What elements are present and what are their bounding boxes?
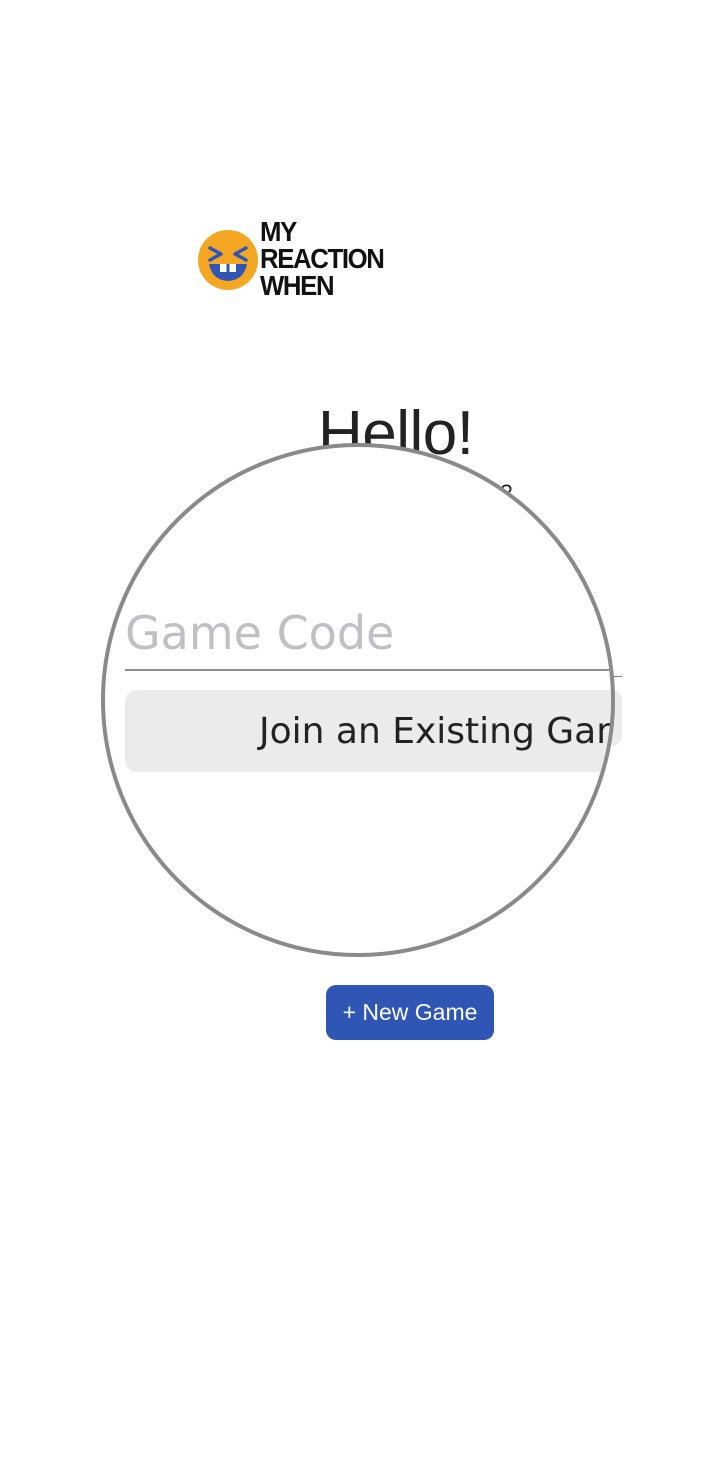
logo-line-2: REACTION bbox=[260, 243, 385, 274]
game-code-input[interactable] bbox=[125, 597, 611, 671]
new-game-button[interactable]: + New Game bbox=[326, 985, 494, 1040]
app-logo: MY REACTION WHEN bbox=[198, 218, 398, 304]
logo-wordmark: MY REACTION WHEN bbox=[260, 216, 385, 301]
laughing-face-icon bbox=[198, 230, 258, 290]
logo-line-1: MY bbox=[260, 216, 297, 247]
join-existing-game-button[interactable]: Join an Existing Game bbox=[125, 690, 611, 772]
logo-line-3: WHEN bbox=[260, 270, 335, 301]
magnifier-lens: Join an Existing Game bbox=[101, 443, 615, 957]
